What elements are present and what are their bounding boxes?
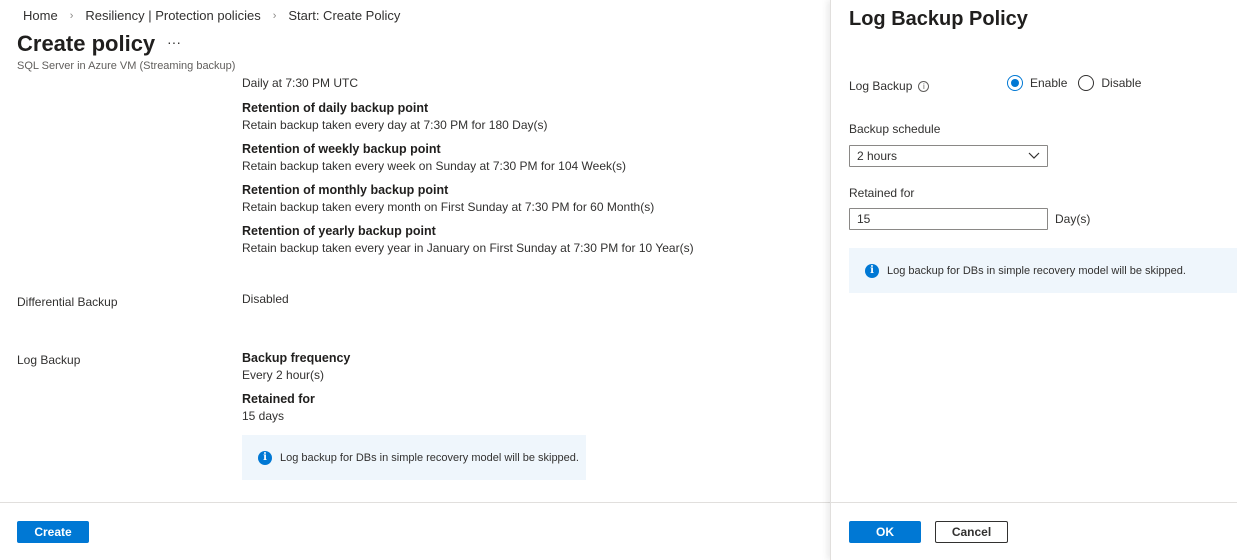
page-subtitle: SQL Server in Azure VM (Streaming backup… <box>17 60 236 72</box>
log-backup-radio-group: Enable Disable <box>1007 75 1141 91</box>
backup-schedule-dropdown[interactable]: 2 hours <box>849 145 1048 167</box>
chevron-right-icon: › <box>272 9 277 22</box>
panel-info-text: Log backup for DBs in simple recovery mo… <box>887 264 1186 277</box>
create-button[interactable]: Create <box>17 521 89 543</box>
ok-button[interactable]: OK <box>849 521 921 543</box>
retention-yearly-heading: Retention of yearly backup point <box>242 224 436 238</box>
info-tooltip-icon[interactable]: i <box>918 80 930 92</box>
log-frequency-value: Every 2 hour(s) <box>242 368 325 382</box>
info-icon: i <box>258 450 272 465</box>
retained-unit: Day(s) <box>1055 212 1091 226</box>
breadcrumb: Home › Resiliency | Protection policies › … <box>23 8 400 23</box>
retention-weekly-heading: Retention of weekly backup point <box>242 142 441 156</box>
chevron-down-icon <box>1028 152 1040 159</box>
retention-weekly-text: Retain backup taken every week on Sunday… <box>242 159 626 173</box>
backup-schedule-label: Backup schedule <box>849 122 941 136</box>
disable-label[interactable]: Disable <box>1101 76 1141 90</box>
log-backup-label: Log Backup <box>849 79 913 93</box>
retention-monthly-text: Retain backup taken every month on First… <box>242 200 655 214</box>
breadcrumb-protection-policies[interactable]: Resiliency | Protection policies <box>85 8 260 23</box>
full-backup-schedule: Daily at 7:30 PM UTC <box>242 76 359 90</box>
panel-title: Log Backup Policy <box>849 8 1028 30</box>
page-title: Create policy <box>17 31 156 56</box>
log-backup-policy-panel: Log Backup Policy Log Backup i Enable Di… <box>830 0 1237 560</box>
retention-daily-heading: Retention of daily backup point <box>242 101 429 115</box>
backup-schedule-value: 2 hours <box>857 149 898 163</box>
breadcrumb-start-create-policy[interactable]: Start: Create Policy <box>288 8 400 23</box>
log-backup-label: Log Backup <box>17 353 81 367</box>
log-info-banner: i Log backup for DBs in simple recovery … <box>242 435 586 480</box>
cancel-button[interactable]: Cancel <box>935 521 1008 543</box>
enable-radio[interactable] <box>1007 75 1023 91</box>
panel-info-banner: i Log backup for DBs in simple recovery … <box>849 248 1237 293</box>
retained-for-input[interactable]: 15 <box>849 208 1048 230</box>
footer-divider <box>0 502 830 503</box>
log-backup-field-label: Log Backup i <box>849 79 930 93</box>
more-options-icon[interactable]: ··· <box>167 34 181 50</box>
retention-monthly-heading: Retention of monthly backup point <box>242 183 449 197</box>
retention-yearly-text: Retain backup taken every year in Januar… <box>242 241 694 255</box>
policy-summary: Daily at 7:30 PM UTC Retention of daily … <box>0 74 830 502</box>
chevron-right-icon: › <box>69 9 74 22</box>
retained-for-label: Retained for <box>849 186 915 200</box>
retention-daily-text: Retain backup taken every day at 7:30 PM… <box>242 118 548 132</box>
panel-footer-divider <box>831 502 1237 503</box>
disable-radio[interactable] <box>1078 75 1095 91</box>
breadcrumb-home[interactable]: Home <box>23 8 58 23</box>
log-frequency-heading: Backup frequency <box>242 351 351 365</box>
differential-label: Differential Backup <box>17 295 118 309</box>
retained-for-value: 15 <box>857 212 871 226</box>
enable-label[interactable]: Enable <box>1030 76 1067 90</box>
log-info-text: Log backup for DBs in simple recovery mo… <box>280 451 579 464</box>
log-retained-heading: Retained for <box>242 392 315 406</box>
log-retained-value: 15 days <box>242 409 285 423</box>
differential-value: Disabled <box>242 292 289 306</box>
info-icon: i <box>865 263 879 278</box>
